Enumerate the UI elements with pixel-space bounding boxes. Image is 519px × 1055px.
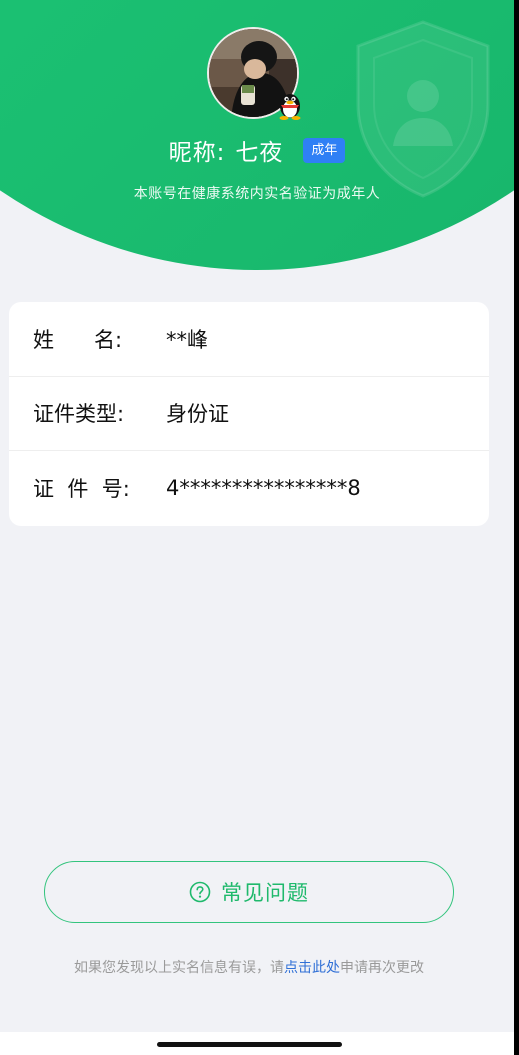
id-number-value: 4****************8 (166, 476, 361, 501)
id-number-label: 证 件 号: (33, 477, 130, 502)
nickname-value: 七夜 (235, 140, 284, 166)
home-indicator[interactable] (157, 1042, 342, 1047)
profile-header: 昵称: 七夜 成年 本账号在健康系统内实名验证为成年人 (0, 0, 514, 272)
id-type-value: 身份证 (166, 402, 229, 427)
name-value: **峰 (166, 327, 208, 352)
real-name-info-screen: 昵称: 七夜 成年 本账号在健康系统内实名验证为成年人 姓 名: **峰 证件类… (0, 0, 514, 1055)
info-row-id-number: 证 件 号: 4****************8 (9, 451, 489, 526)
verification-status-text: 本账号在健康系统内实名验证为成年人 (133, 186, 381, 202)
qq-penguin-icon (279, 94, 301, 120)
identity-info-card: 姓 名: **峰 证件类型: 身份证 证 件 号: 4*************… (9, 302, 489, 526)
info-row-name: 姓 名: **峰 (9, 302, 489, 377)
question-circle-icon (189, 881, 211, 903)
faq-label: 常见问题 (221, 881, 309, 905)
faq-button[interactable]: 常见问题 (44, 861, 454, 923)
correction-note-suffix: 申请再次更改 (340, 960, 424, 976)
id-type-label: 证件类型: (33, 402, 125, 427)
shield-watermark-icon (356, 20, 490, 198)
correction-note: 如果您发现以上实名信息有误，请点击此处申请再次更改 (0, 957, 498, 977)
nickname-row: 昵称: 七夜 成年 (0, 132, 514, 168)
info-row-id-type: 证件类型: 身份证 (9, 377, 489, 452)
name-label: 姓 名: (33, 327, 123, 352)
adult-badge: 成年 (303, 137, 346, 163)
nickname-label: 昵称: (168, 140, 226, 166)
correction-note-prefix: 如果您发现以上实名信息有误，请 (74, 960, 284, 976)
click-here-link[interactable]: 点击此处 (284, 960, 340, 976)
